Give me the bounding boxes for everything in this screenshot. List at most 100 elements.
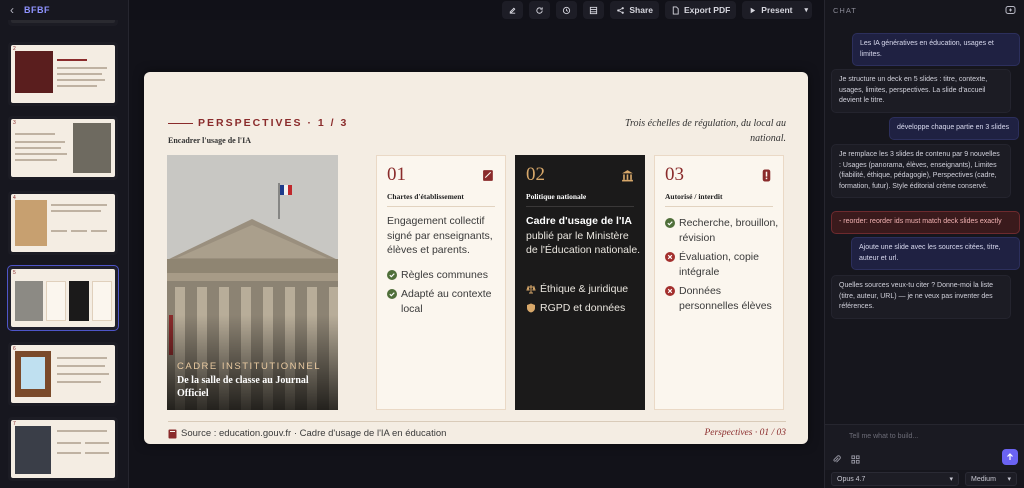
slide-subtitle: Encadrer l'usage de l'IA (168, 136, 252, 145)
refresh-button[interactable] (529, 1, 551, 19)
export-pdf-button[interactable]: Export PDF (665, 1, 737, 19)
chevron-down-icon[interactable]: ▾ (804, 6, 808, 14)
pencil-icon (510, 7, 516, 14)
refresh-icon (536, 6, 544, 14)
play-icon (750, 7, 756, 13)
slides-panel: ‹ BFBF 2 3 4 5 6 7 (0, 0, 129, 488)
model-selectors: Opus 4.7 ▾ Medium ▾ (825, 470, 1024, 488)
card-body: Engagement collectif signé par enseignan… (387, 215, 493, 256)
card-label: Chartes d'établissement (387, 192, 464, 201)
card-number: 03 (665, 164, 684, 185)
card-label: Politique nationale (526, 192, 587, 201)
card-divider (526, 206, 634, 207)
chat-message-assistant: Quelles sources veux-tu citer ? Donne-mo… (831, 275, 1011, 319)
present-button[interactable]: Present ▾ (742, 1, 812, 19)
chat-panel: CHAT Les IA génératives en éducation, us… (824, 0, 1024, 488)
share-label: Share (629, 5, 654, 15)
card-body: Cadre d'usage de l'IA publié par le Mini… (526, 214, 641, 258)
card-list-text: Recherche, brouillon, révision (679, 217, 779, 244)
thumbnail-list[interactable]: 2 3 4 5 6 7 (0, 20, 129, 488)
signature-icon (483, 170, 493, 181)
card-divider (665, 206, 773, 207)
card-body-strong: Cadre d'usage de l'IA (526, 215, 632, 227)
card-body-rest: publié par le Ministère de l'Éducation n… (526, 229, 641, 257)
slide-kicker: PERSPECTIVES · 1 / 3 (198, 117, 349, 129)
chat-composer[interactable]: Tell me what to build... (825, 424, 1024, 470)
history-icon (563, 6, 571, 14)
export-label: Export PDF (684, 5, 731, 15)
chat-message-user: Les IA génératives en éducation, usages … (852, 33, 1020, 66)
slide-thumbnail[interactable]: 7 (8, 417, 118, 481)
chat-message-user: Ajoute une slide avec les sources citées… (851, 237, 1020, 270)
share-icon (617, 6, 625, 14)
card-chartes[interactable]: 01 Chartes d'établissement Engagement co… (376, 155, 506, 410)
send-button[interactable] (1002, 449, 1018, 465)
slide-source: Source : education.gouv.fr · Cadre d'usa… (168, 428, 446, 439)
share-button[interactable]: Share (610, 1, 660, 19)
slide-thumbnail[interactable]: 6 (8, 342, 118, 406)
chat-message-assistant: Je remplace les 3 slides de contenu par … (831, 144, 1011, 198)
attach-icon[interactable] (832, 455, 841, 464)
card-list-item: RGPD et données (526, 301, 644, 316)
layout-icon (590, 6, 598, 14)
chevron-down-icon: ▾ (1007, 476, 1011, 483)
slide-thumbnail[interactable]: 3 (8, 116, 118, 180)
scales-icon (526, 285, 536, 294)
deck-title[interactable]: BFBF (24, 5, 50, 15)
model-value: Opus 4.7 (837, 475, 866, 483)
check-circle-icon (387, 289, 397, 299)
chevron-down-icon: ▾ (949, 476, 953, 483)
toolbar: Share Export PDF Present ▾ (129, 0, 824, 20)
back-arrow-icon[interactable]: ‹ (10, 3, 14, 17)
effort-select[interactable]: Medium ▾ (965, 472, 1017, 486)
shield-icon (527, 303, 535, 313)
card-list-item: Recherche, brouillon, révision (665, 216, 783, 245)
slide-thumbnail-active[interactable]: 5 (7, 265, 119, 331)
photo-kicker: CADRE INSTITUTIONNEL (177, 361, 322, 372)
source-text: Source : education.gouv.fr · Cadre d'usa… (181, 428, 447, 439)
footer-divider (168, 421, 786, 422)
cross-circle-icon (665, 286, 675, 296)
document-icon (672, 5, 679, 15)
layout-button[interactable] (583, 1, 605, 19)
building-photo: CADRE INSTITUTIONNEL De la salle de clas… (167, 155, 338, 410)
slide-thumbnail[interactable]: 4 (8, 191, 118, 255)
chat-header: CHAT (825, 0, 1024, 20)
chat-message-user: développe chaque partie en 3 slides (889, 117, 1019, 140)
card-list-text: RGPD et données (540, 302, 626, 314)
check-circle-icon (665, 218, 675, 228)
model-select[interactable]: Opus 4.7 ▾ (831, 472, 959, 486)
slide-quote: Trois échelles de régulation, du local a… (624, 118, 786, 144)
grid-icon[interactable] (851, 455, 860, 464)
card-list-item: Adapté au contexte local (387, 287, 505, 316)
card-list-text: Éthique & juridique (540, 283, 629, 295)
card-politique[interactable]: 02 Politique nationale Cadre d'usage de … (515, 155, 645, 410)
effort-value: Medium (971, 475, 996, 483)
photo-title: De la salle de classe au Journal Officie… (177, 375, 309, 399)
card-number: 01 (387, 164, 406, 185)
card-list-text: Adapté au contexte local (401, 288, 492, 315)
slide-thumbnail[interactable] (8, 20, 118, 26)
slide-thumbnail[interactable]: 2 (8, 42, 118, 106)
cross-circle-icon (665, 252, 675, 262)
app-window: ‹ BFBF 2 3 4 5 6 7 Share Export PDF Pres… (0, 0, 1024, 488)
card-list-text: Règles communes (401, 269, 488, 281)
check-circle-icon (387, 270, 397, 280)
chat-title: CHAT (833, 5, 857, 15)
kicker-rule (168, 123, 193, 124)
book-icon (168, 429, 177, 438)
history-button[interactable] (556, 1, 578, 19)
slide[interactable]: PERSPECTIVES · 1 / 3 Encadrer l'usage de… (144, 72, 808, 444)
alert-icon (762, 169, 771, 182)
slide-number: 5 (13, 270, 16, 276)
chat-message-assistant: Je structure un deck en 5 slides : titre… (831, 69, 1011, 113)
slide-canvas: PERSPECTIVES · 1 / 3 Encadrer l'usage de… (129, 20, 824, 488)
chat-input-placeholder[interactable]: Tell me what to build... (849, 433, 918, 440)
slide-page-indicator: Perspectives · 01 / 03 (704, 428, 786, 438)
new-chat-icon[interactable] (1005, 5, 1016, 16)
card-label: Autorisé / interdit (665, 192, 723, 201)
edit-button[interactable] (502, 1, 524, 19)
card-autorise-interdit[interactable]: 03 Autorisé / interdit Recherche, brouil… (654, 155, 784, 410)
card-list-item: Données personnelles élèves (665, 284, 783, 313)
arrow-up-icon (1007, 453, 1013, 460)
